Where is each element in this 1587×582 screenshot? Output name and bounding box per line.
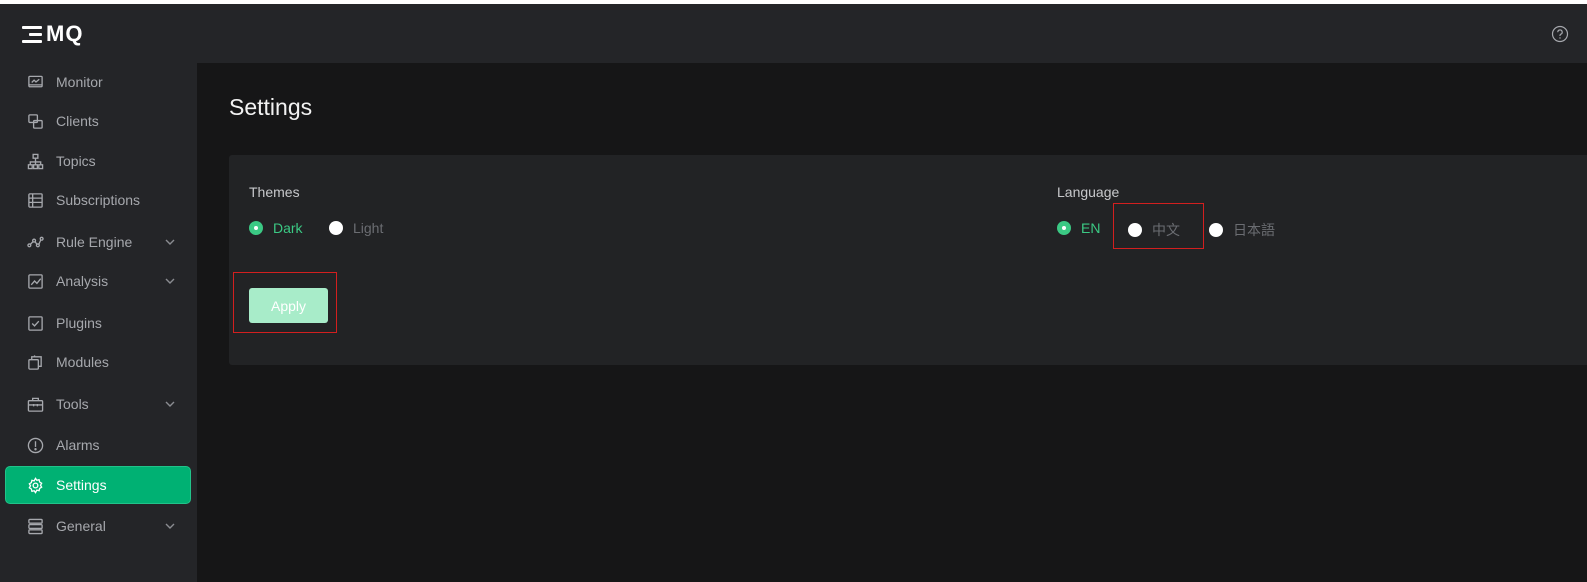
monitor-icon xyxy=(26,73,44,91)
theme-radio-light[interactable]: Light xyxy=(329,220,383,236)
top-header xyxy=(197,4,1587,63)
sidebar-item-label: Plugins xyxy=(56,315,102,331)
language-label: Language xyxy=(1057,184,1120,200)
topics-icon xyxy=(26,152,44,170)
chevron-down-icon xyxy=(164,274,176,286)
apply-button[interactable]: Apply xyxy=(249,288,328,323)
sidebar-item-alarms[interactable]: Alarms xyxy=(6,427,190,463)
radio-checked-icon xyxy=(249,221,263,235)
settings-card xyxy=(229,155,1587,365)
sidebar: MQ Monitor Clients Topics Subscriptions xyxy=(0,4,197,582)
gear-icon xyxy=(26,476,44,494)
sidebar-item-topics[interactable]: Topics xyxy=(6,143,190,179)
radio-unchecked-icon xyxy=(1128,223,1142,237)
logo-mark-icon xyxy=(22,25,42,43)
question-circle-icon[interactable] xyxy=(1551,25,1569,43)
analysis-icon xyxy=(26,272,44,290)
language-radio-en[interactable]: EN xyxy=(1057,220,1100,236)
radio-unchecked-icon xyxy=(329,221,343,235)
radio-unchecked-icon xyxy=(1209,223,1223,237)
sidebar-item-clients[interactable]: Clients xyxy=(6,103,190,139)
toolbox-icon xyxy=(26,395,44,413)
radio-label: Dark xyxy=(273,220,303,236)
plugins-icon xyxy=(26,314,44,332)
radio-label: EN xyxy=(1081,220,1101,236)
radio-label: 日本語 xyxy=(1233,222,1275,238)
page-title: Settings xyxy=(229,94,313,120)
radio-checked-icon xyxy=(1057,221,1071,235)
sidebar-item-modules[interactable]: Modules xyxy=(6,344,190,380)
sidebar-item-label: Alarms xyxy=(56,437,100,453)
theme-radio-dark[interactable]: Dark xyxy=(249,220,303,236)
alarm-exclamation-icon xyxy=(26,436,44,454)
themes-label: Themes xyxy=(249,184,300,200)
language-radio-chinese[interactable]: 中文 xyxy=(1128,220,1180,240)
language-radio-japanese[interactable]: 日本語 xyxy=(1209,220,1275,240)
sidebar-item-settings[interactable]: Settings xyxy=(6,467,190,503)
sidebar-item-label: Topics xyxy=(56,153,96,169)
sidebar-item-label: Rule Engine xyxy=(56,234,133,250)
sidebar-item-label: Monitor xyxy=(56,74,103,90)
emq-logo[interactable]: MQ xyxy=(22,21,84,46)
app-window: MQ Monitor Clients Topics Subscriptions xyxy=(0,4,1587,582)
subscriptions-icon xyxy=(26,191,44,209)
sidebar-item-subscriptions[interactable]: Subscriptions xyxy=(6,182,190,218)
sidebar-item-label: Clients xyxy=(56,113,99,129)
chevron-down-icon xyxy=(164,397,176,409)
sidebar-item-label: Analysis xyxy=(56,273,109,289)
sidebar-item-label: Tools xyxy=(56,396,89,412)
sidebar-item-monitor[interactable]: Monitor xyxy=(6,64,190,100)
clients-icon xyxy=(26,112,44,130)
sidebar-item-tools[interactable]: Tools xyxy=(6,386,190,422)
sidebar-item-label: Settings xyxy=(56,477,107,493)
general-icon xyxy=(26,517,44,535)
modules-icon xyxy=(26,353,44,371)
sidebar-item-label: Modules xyxy=(56,354,109,370)
sidebar-item-rule-engine[interactable]: Rule Engine xyxy=(6,224,190,260)
sidebar-item-plugins[interactable]: Plugins xyxy=(6,305,190,341)
logo-text: MQ xyxy=(46,21,84,46)
chevron-down-icon xyxy=(164,235,176,247)
radio-label: Light xyxy=(353,220,384,236)
sidebar-item-label: Subscriptions xyxy=(56,192,141,208)
sidebar-item-analysis[interactable]: Analysis xyxy=(6,263,190,299)
sidebar-item-general[interactable]: General xyxy=(6,508,190,544)
sidebar-item-label: General xyxy=(56,518,106,534)
radio-label: 中文 xyxy=(1152,222,1180,238)
chevron-down-icon xyxy=(164,519,176,531)
rule-engine-icon xyxy=(26,233,44,251)
